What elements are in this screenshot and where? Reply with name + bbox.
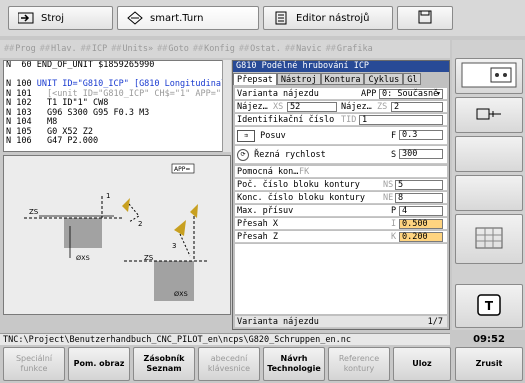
variant-select[interactable]: 0: Současně ▾: [379, 89, 443, 99]
svg-text:T: T: [485, 299, 494, 313]
diamond-icon: [126, 11, 144, 25]
keyboard-softkey[interactable]: abecední klávesnice: [198, 347, 260, 381]
point-1-label: 1: [106, 192, 110, 200]
tool-holder-icon: [475, 105, 503, 126]
dialog-tabs: Přepsat Nástroj Kontura Cyklus Gl: [233, 73, 449, 85]
row-rychlost: ⟳ Řezná rychlost S 300: [235, 146, 447, 164]
file-path-status: TNC:\Project\Benutzerhandbuch_CNC_PILOT_…: [0, 333, 450, 345]
i-input[interactable]: 0.500: [399, 219, 443, 229]
magazine-list-softkey[interactable]: Zásobník Seznam: [133, 347, 195, 381]
tab-nastroj[interactable]: Nástroj: [276, 73, 321, 85]
contour-reference-softkey[interactable]: Reference kontury: [328, 347, 390, 381]
row-max: Max. přísuv P 4: [235, 205, 447, 217]
zs-input[interactable]: 2: [391, 102, 443, 112]
tid-input[interactable]: 1: [359, 115, 443, 125]
tab-cyklus[interactable]: Cyklus: [364, 73, 404, 85]
technology-proposal-softkey[interactable]: Návrh Technologie: [263, 347, 325, 381]
zs-label-2: ZS: [144, 254, 154, 262]
point-3-label: 3: [172, 242, 176, 250]
tool-softkey[interactable]: T: [455, 284, 523, 328]
dialog-empty-area: [235, 244, 447, 314]
document-icon: [272, 11, 290, 25]
menu-prog[interactable]: ## Prog: [4, 44, 36, 54]
cycle-dialog: G810 Podélné hrubování ICP Přepsat Nástr…: [232, 60, 450, 330]
tab-editor-nastroju[interactable]: Editor nástrojů: [263, 6, 393, 30]
ne-input[interactable]: 8: [395, 193, 443, 203]
empty-softkey-1[interactable]: [455, 136, 523, 172]
menu-grafika[interactable]: ## Grafika: [326, 44, 373, 54]
xs-input[interactable]: 52: [287, 102, 337, 112]
row-id: Identifikační číslo TID 1: [235, 114, 447, 126]
feed-input[interactable]: 0.3: [399, 130, 443, 140]
menu-konfig[interactable]: ## Konfig: [193, 44, 235, 54]
row-posuv: ⇉ Posuv F 0.3: [235, 127, 447, 145]
app-key: APP: [361, 89, 377, 99]
help-graphic: ZS 1 2 ØXS APP= ZS 3 ØXS: [3, 155, 231, 315]
program-editor[interactable]: N 60 END_OF_UNIT $1859265990 N 100 UNIT …: [3, 60, 231, 152]
row-start-block: Poč. číslo bloku kontury NS 5: [235, 179, 447, 191]
code-line[interactable]: N 106 G47 P2.000: [4, 136, 230, 147]
zs-label: ZS: [29, 208, 39, 216]
k-input[interactable]: 0.200: [399, 232, 443, 242]
menu-hlav[interactable]: ## Hlav.: [40, 44, 77, 54]
menu-units[interactable]: ## Units»: [111, 44, 153, 54]
machine-view-softkey[interactable]: [455, 58, 523, 94]
tab-save[interactable]: [397, 6, 453, 30]
menu-icp[interactable]: ## ICP: [81, 44, 108, 54]
code-scrollbar[interactable]: [222, 60, 231, 152]
tab-kontura[interactable]: Kontura: [320, 73, 365, 85]
cycle-diagram: ZS 1 2 ØXS APP= ZS 3 ØXS: [24, 163, 209, 301]
dialog-title: G810 Podélné hrubování ICP: [233, 61, 449, 72]
tab-editor-label: Editor nástrojů: [296, 12, 370, 24]
feed-icon: ⇉: [237, 129, 255, 142]
dialog-footer: Varianta nájezdu 1/7: [235, 316, 447, 328]
cancel-softkey[interactable]: Zrusit: [455, 347, 523, 381]
xs-label-2: ØXS: [174, 290, 188, 298]
t-key-icon: T: [477, 293, 501, 319]
row-presah-z: Přesah Z K 0.200: [235, 231, 447, 243]
row-end-block: Konc. číslo bloku kontury NE 8: [235, 192, 447, 204]
page-indicator: 1/7: [427, 317, 443, 327]
tab-gl[interactable]: Gl: [403, 73, 422, 85]
menu-bar: ## Prog ## Hlav. ## ICP ## Units» ## Goto ## K…: [0, 40, 450, 58]
aux-view-softkey[interactable]: Pom. obraz: [68, 347, 130, 381]
graphic-softkey[interactable]: [455, 214, 523, 264]
clock: 09:52: [473, 334, 505, 345]
floppy-icon: [418, 10, 432, 27]
empty-softkey-2[interactable]: [455, 175, 523, 211]
tab-stroj-label: Stroj: [41, 12, 65, 24]
tool-holder-softkey[interactable]: [455, 97, 523, 133]
row-presah-x: Přesah X I 0.500: [235, 218, 447, 230]
app-label: APP=: [174, 166, 190, 173]
p-input[interactable]: 4: [399, 206, 443, 216]
machine-view-icon: [461, 62, 517, 91]
xs-label: ØXS: [76, 254, 90, 262]
menu-ostat[interactable]: ## Ostat.: [239, 44, 281, 54]
chevron-down-icon: ▾: [435, 89, 441, 99]
tab-smart-turn-label: smart.Turn: [150, 12, 204, 24]
row-najezd: Nájez… XS 52 Nájez… ZS 2: [235, 101, 447, 113]
tab-stroj[interactable]: Stroj: [8, 6, 113, 30]
special-functions-softkey[interactable]: Speciální funkce: [3, 347, 65, 381]
ns-input[interactable]: 5: [395, 180, 443, 190]
arrow-right-icon: [17, 11, 35, 25]
code-line[interactable]: N 60 END_OF_UNIT $1859265990: [4, 61, 230, 71]
speed-input[interactable]: 300: [399, 149, 443, 159]
tab-smart-turn[interactable]: smart.Turn: [117, 6, 259, 30]
graphic-grid-icon: [475, 227, 503, 252]
row-pomocna: Pomocná kon… FK: [235, 166, 447, 178]
tab-prepsat[interactable]: Přepsat: [233, 73, 277, 85]
point-2-label: 2: [138, 220, 142, 228]
menu-goto[interactable]: ## Goto: [157, 44, 189, 54]
speed-icon: ⟳: [237, 148, 249, 161]
menu-navic[interactable]: ## Navic: [285, 44, 322, 54]
save-softkey[interactable]: Uloz: [393, 347, 451, 381]
row-varianta: Varianta nájezdu APP 0: Současně ▾: [235, 88, 447, 100]
